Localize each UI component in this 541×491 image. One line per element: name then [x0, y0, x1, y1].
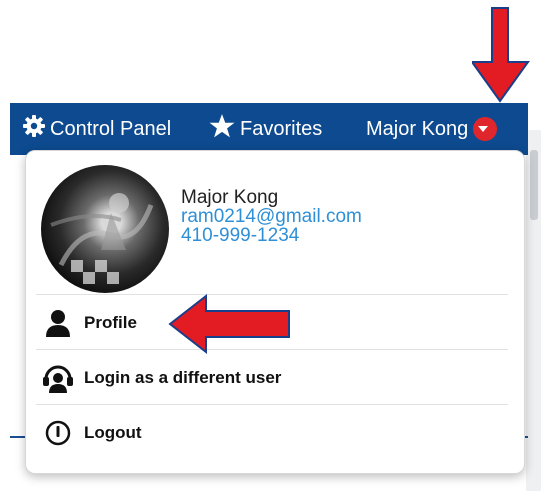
- person-icon: [40, 307, 76, 339]
- menu-item-switch-user[interactable]: Login as a different user: [40, 356, 510, 400]
- profile-user-email[interactable]: ram0214@gmail.com: [181, 207, 362, 226]
- profile-user-name: Major Kong: [181, 187, 279, 208]
- power-icon: [40, 417, 76, 449]
- left-arrow-annotation-icon: [168, 293, 290, 355]
- user-name-label: Major Kong: [366, 117, 469, 140]
- star-icon: [208, 113, 240, 145]
- menu-item-label: Login as a different user: [84, 368, 282, 387]
- favorites-label: Favorites: [240, 117, 323, 140]
- control-panel-link[interactable]: Control Panel: [22, 103, 171, 155]
- page-scrollbar[interactable]: [530, 150, 538, 220]
- switch-user-icon: [40, 362, 76, 394]
- user-menu-toggle[interactable]: Major Kong: [366, 103, 498, 155]
- gear-icon: [22, 114, 50, 144]
- down-arrow-annotation-icon: [472, 7, 530, 103]
- menu-item-label: Profile: [84, 313, 137, 332]
- chevron-down-icon[interactable]: [473, 117, 498, 141]
- profile-user-phone[interactable]: 410-999-1234: [181, 226, 362, 245]
- avatar: [41, 165, 169, 293]
- user-info: Major Kong ram0214@gmail.com 410-999-123…: [181, 188, 362, 245]
- control-panel-label: Control Panel: [50, 117, 172, 140]
- menu-item-label: Logout: [84, 423, 142, 442]
- favorites-link[interactable]: Favorites: [208, 103, 322, 155]
- menu-item-logout[interactable]: Logout: [40, 411, 510, 455]
- top-navbar: Control Panel Favorites Major Kong: [10, 103, 528, 155]
- menu-divider: [36, 404, 508, 405]
